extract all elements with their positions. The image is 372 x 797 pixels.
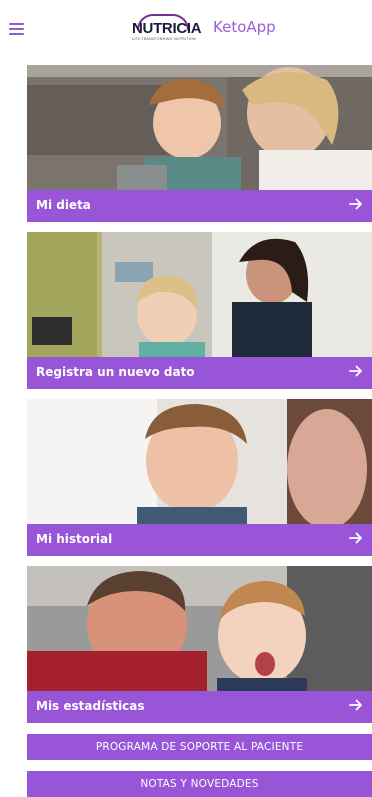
card-label: Mi dieta bbox=[36, 198, 91, 212]
arrow-right-icon bbox=[349, 532, 362, 544]
card-registra-nuevo-dato[interactable]: Registra un nuevo dato bbox=[27, 232, 372, 389]
card-label: Mi historial bbox=[36, 532, 113, 546]
card-label: Registra un nuevo dato bbox=[36, 365, 195, 379]
card-mis-estadisticas[interactable]: Mis estadísticas bbox=[27, 566, 372, 723]
nutricia-logo: NUTRICIA LIFE-TRANSFORMING NUTRITION bbox=[131, 14, 203, 44]
card-label: Mis estadísticas bbox=[36, 699, 145, 713]
support-program-button[interactable]: PROGRAMA DE SOPORTE AL PACIENTE bbox=[27, 734, 372, 760]
kitchen-family-photo bbox=[27, 232, 372, 357]
card-mi-historial[interactable]: Mi historial bbox=[27, 399, 372, 556]
hamburger-menu-icon[interactable] bbox=[9, 23, 24, 35]
arrow-right-icon bbox=[349, 699, 362, 711]
arrow-right-icon bbox=[349, 198, 362, 210]
app-header: NUTRICIA LIFE-TRANSFORMING NUTRITION Ket… bbox=[0, 0, 372, 58]
young-man-photo bbox=[27, 399, 372, 524]
card-mi-dieta[interactable]: Mi dieta bbox=[27, 65, 372, 222]
app-name: KetoApp bbox=[213, 18, 276, 36]
father-baby-photo bbox=[27, 566, 372, 691]
mother-child-photo bbox=[27, 65, 372, 190]
arrow-right-icon bbox=[349, 365, 362, 377]
logo-tagline: LIFE-TRANSFORMING NUTRITION bbox=[132, 37, 196, 41]
card-bar: Mi historial bbox=[27, 524, 372, 556]
card-bar: Mis estadísticas bbox=[27, 691, 372, 723]
logo-wordmark: NUTRICIA bbox=[132, 20, 202, 37]
card-bar: Mi dieta bbox=[27, 190, 372, 222]
card-bar: Registra un nuevo dato bbox=[27, 357, 372, 389]
news-button[interactable]: NOTAS Y NOVEDADES bbox=[27, 771, 372, 797]
